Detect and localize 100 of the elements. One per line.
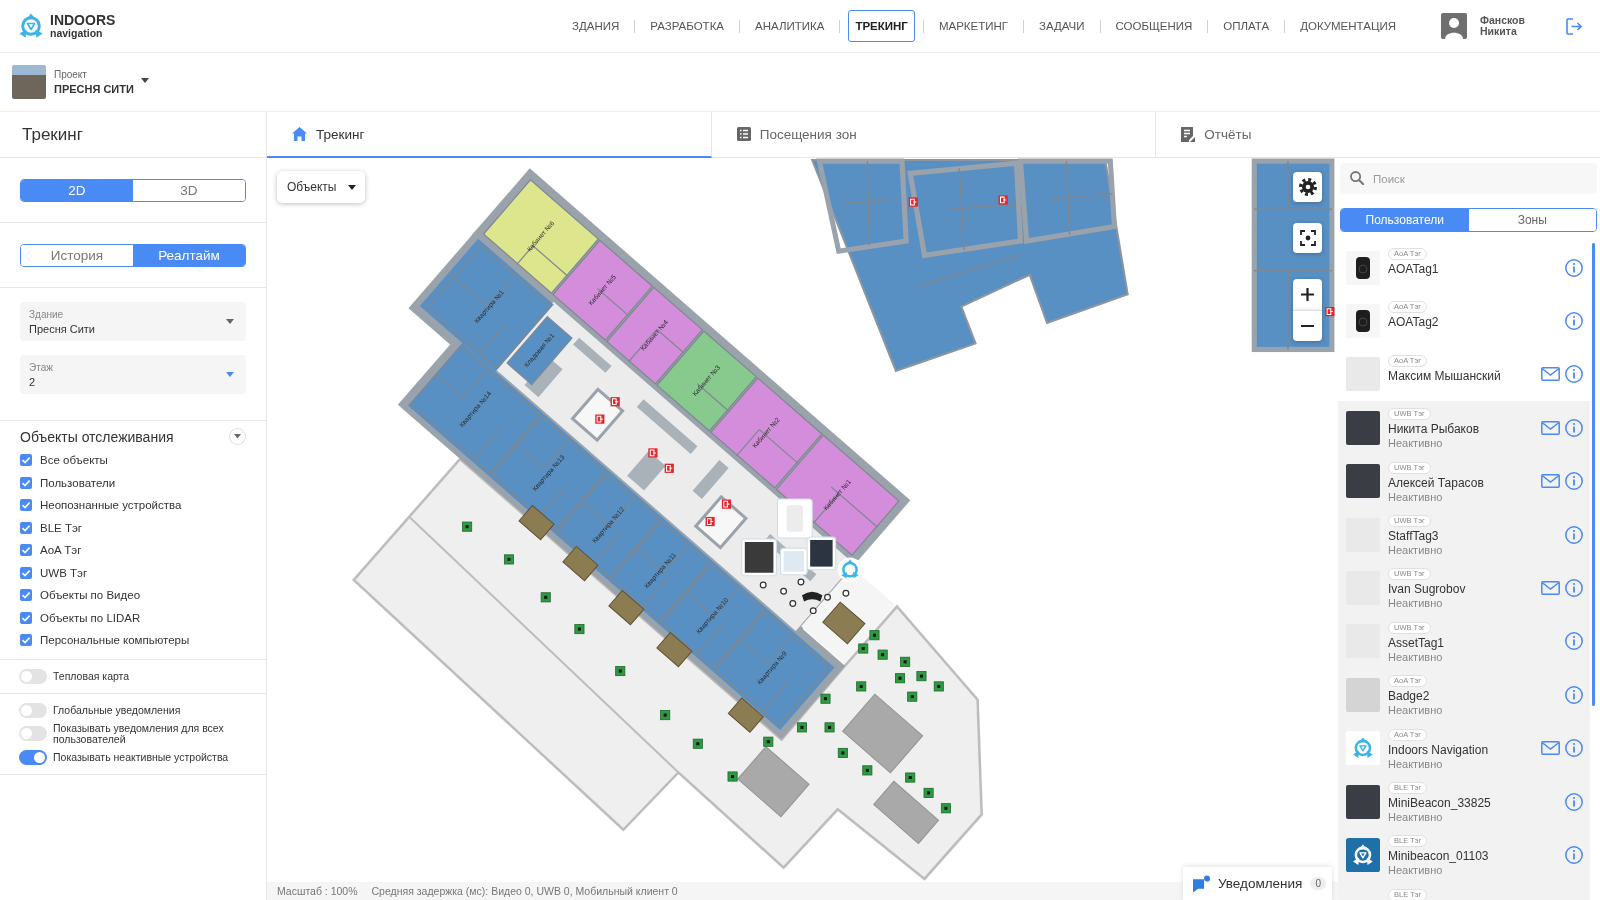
page-tab[interactable]: Посещения зон bbox=[711, 112, 1157, 158]
dropdown-field[interactable]: Здание Пресня Сити bbox=[20, 302, 246, 341]
checkbox[interactable] bbox=[20, 499, 32, 512]
fit-view-button[interactable] bbox=[1293, 223, 1322, 253]
info-icon[interactable] bbox=[1565, 418, 1583, 437]
object-name: MiniBeacon_33825 bbox=[1388, 795, 1492, 810]
chevron-icon bbox=[234, 434, 241, 439]
checkbox[interactable] bbox=[20, 454, 32, 467]
checkbox-label: UWB Тэг bbox=[40, 566, 88, 579]
ring-marker-icon bbox=[780, 587, 788, 595]
user-photo-marker bbox=[806, 536, 837, 571]
square-marker-icon bbox=[692, 738, 703, 749]
notifications-button[interactable]: Уведомления 0 bbox=[1183, 867, 1332, 900]
caret-icon[interactable] bbox=[348, 184, 356, 190]
info-icon[interactable] bbox=[1565, 312, 1583, 331]
square-marker-icon bbox=[574, 624, 585, 635]
object-name: StaffTag3 bbox=[1388, 528, 1440, 543]
zoom-in-button[interactable] bbox=[1293, 279, 1322, 310]
object-name: AssetTag1 bbox=[1388, 635, 1446, 650]
object-name: Никита Рыбаков bbox=[1388, 422, 1481, 437]
checkbox[interactable] bbox=[20, 634, 32, 647]
scale-text: Масштаб : 100% bbox=[277, 885, 358, 897]
square-marker-icon bbox=[824, 722, 835, 733]
info-icon[interactable] bbox=[1565, 579, 1583, 598]
info-icon[interactable] bbox=[1565, 472, 1583, 491]
dropdown-field[interactable]: Этаж 2 bbox=[20, 355, 246, 394]
exit-sign-icon bbox=[1325, 307, 1335, 317]
home-icon bbox=[292, 127, 307, 141]
square-marker-icon bbox=[895, 673, 905, 684]
settings-icon bbox=[1298, 178, 1317, 196]
focus-icon bbox=[1299, 230, 1316, 246]
toggle-switch[interactable] bbox=[19, 668, 47, 684]
ring-marker-icon bbox=[797, 578, 805, 586]
nav-link[interactable]: РАЗРАБОТКА bbox=[643, 10, 731, 42]
nav-link[interactable]: АНАЛИТИКА bbox=[748, 10, 832, 42]
checkbox[interactable] bbox=[20, 589, 32, 602]
status-text: Неактивно bbox=[1388, 650, 1444, 663]
checkbox[interactable] bbox=[20, 611, 32, 624]
checkbox-label: Пользователи bbox=[40, 476, 116, 489]
toggle-label: Глобальные уведомления bbox=[53, 704, 182, 716]
square-marker-icon bbox=[905, 772, 916, 783]
mail-icon[interactable] bbox=[1541, 367, 1560, 382]
nav-link[interactable]: ЗАДАЧИ bbox=[1032, 10, 1092, 42]
checkbox[interactable] bbox=[20, 476, 32, 489]
settings-button[interactable] bbox=[1293, 172, 1322, 202]
scrollbar[interactable] bbox=[1592, 243, 1595, 706]
info-icon[interactable] bbox=[1565, 739, 1583, 758]
checkbox-label: AoA Тэг bbox=[40, 544, 82, 557]
square-marker-icon bbox=[615, 666, 626, 677]
nav-link[interactable]: МАРКЕТИНГ bbox=[931, 10, 1015, 42]
objects-dropdown[interactable]: Объекты bbox=[277, 171, 365, 203]
exit-sign-icon bbox=[908, 197, 918, 207]
page-tab[interactable]: Отчёты bbox=[1156, 112, 1600, 158]
ring-marker-icon bbox=[824, 593, 831, 601]
nav-link[interactable]: ТРЕКИНГ bbox=[848, 10, 915, 42]
status-text: Неактивно bbox=[1388, 437, 1444, 450]
status-text: Неактивно bbox=[1388, 704, 1444, 717]
info-icon[interactable] bbox=[1565, 365, 1583, 384]
nav-link[interactable]: ЗДАНИЯ bbox=[565, 10, 627, 42]
info-icon[interactable] bbox=[1565, 258, 1583, 277]
checkbox[interactable] bbox=[20, 521, 32, 534]
user-name: Фансков Никита bbox=[1480, 15, 1526, 37]
object-name: Алексей Тарасов bbox=[1388, 475, 1485, 490]
toggle-switch[interactable] bbox=[19, 726, 47, 741]
exit-sign-icon bbox=[664, 463, 674, 473]
info-icon[interactable] bbox=[1565, 792, 1583, 811]
mail-icon[interactable] bbox=[1541, 420, 1560, 435]
nav-link[interactable]: СООБЩЕНИЯ bbox=[1108, 10, 1200, 42]
mail-icon[interactable] bbox=[1541, 581, 1560, 596]
status-text: Неактивно bbox=[1388, 757, 1444, 770]
info-icon[interactable] bbox=[1565, 632, 1583, 651]
exit-sign-icon bbox=[705, 516, 715, 527]
nav-link[interactable]: ОПЛАТА bbox=[1216, 10, 1277, 42]
nav-link[interactable]: ДОКУМЕНТАЦИЯ bbox=[1293, 10, 1403, 42]
project-name: ПРЕСНЯ СИТИ bbox=[54, 83, 134, 95]
zoom-out-button[interactable] bbox=[1293, 310, 1322, 341]
mail-icon[interactable] bbox=[1541, 741, 1560, 756]
mail-icon[interactable] bbox=[1541, 474, 1560, 489]
checkbox[interactable] bbox=[20, 544, 32, 557]
caret-icon[interactable] bbox=[140, 77, 149, 83]
avatar-icon bbox=[1441, 13, 1467, 39]
square-marker-icon bbox=[462, 521, 473, 532]
object-name: Максим Мышанский bbox=[1388, 368, 1502, 383]
checkbox[interactable] bbox=[20, 566, 32, 579]
search-field[interactable]: Поиск bbox=[1340, 163, 1597, 194]
toggle-switch[interactable] bbox=[19, 749, 47, 765]
page-tab[interactable]: Трекинг bbox=[267, 112, 712, 158]
info-icon[interactable] bbox=[1565, 525, 1583, 544]
square-marker-icon bbox=[837, 747, 848, 758]
info-icon[interactable] bbox=[1565, 846, 1583, 864]
collapse-button[interactable] bbox=[229, 428, 246, 445]
toggle-switch[interactable] bbox=[19, 702, 47, 718]
checkbox-label: Неопознанные устройства bbox=[40, 499, 182, 512]
logout-icon[interactable] bbox=[1566, 17, 1582, 35]
logo-marker-icon bbox=[837, 557, 863, 582]
checkbox-label: Все объекты bbox=[40, 454, 108, 467]
object-name: AOATag1 bbox=[1388, 262, 1440, 276]
info-icon[interactable] bbox=[1565, 685, 1583, 704]
square-marker-icon bbox=[856, 681, 867, 692]
square-marker-icon bbox=[503, 554, 514, 565]
